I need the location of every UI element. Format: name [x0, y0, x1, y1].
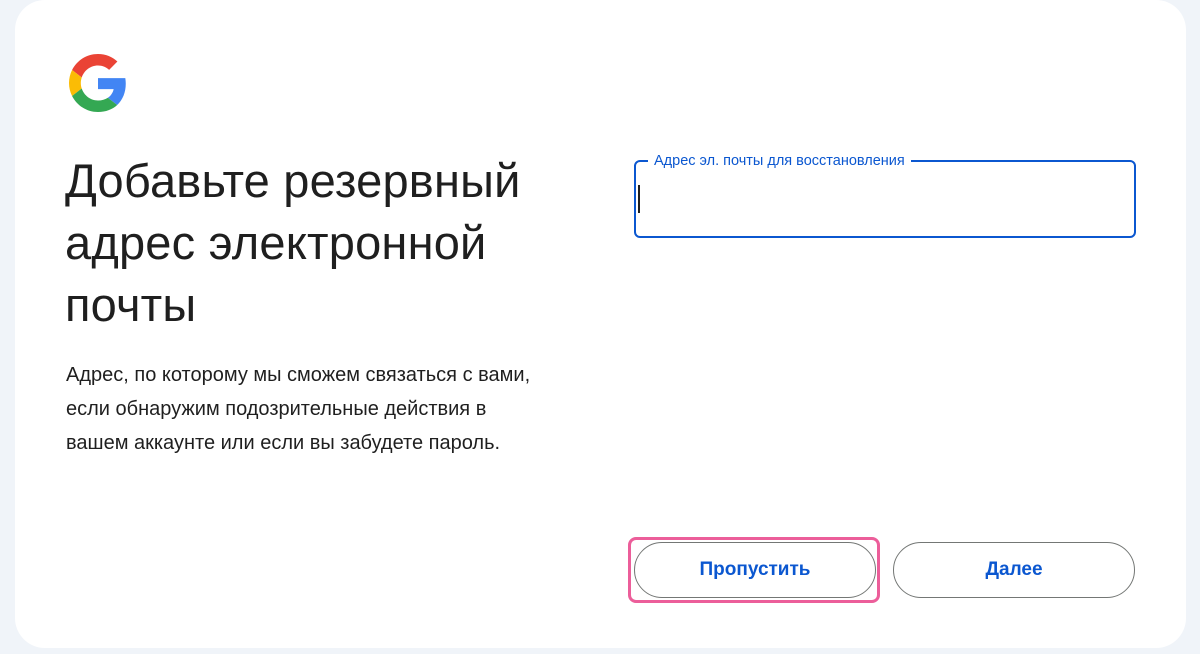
signup-card: Добавьте резервный адрес электронной поч…	[15, 0, 1186, 648]
page-title: Добавьте резервный адрес электронной поч…	[65, 154, 521, 331]
next-button[interactable]: Далее	[893, 542, 1135, 598]
google-logo-icon	[69, 54, 127, 112]
skip-button[interactable]: Пропустить	[634, 542, 876, 598]
recovery-email-label: Адрес эл. почты для восстановления	[648, 151, 911, 171]
recovery-email-field[interactable]: Адрес эл. почты для восстановления	[634, 151, 1136, 238]
recovery-email-input[interactable]	[650, 180, 1124, 220]
page-description: Адрес, по которому мы сможем связаться с…	[66, 364, 531, 454]
text-cursor	[638, 185, 640, 213]
